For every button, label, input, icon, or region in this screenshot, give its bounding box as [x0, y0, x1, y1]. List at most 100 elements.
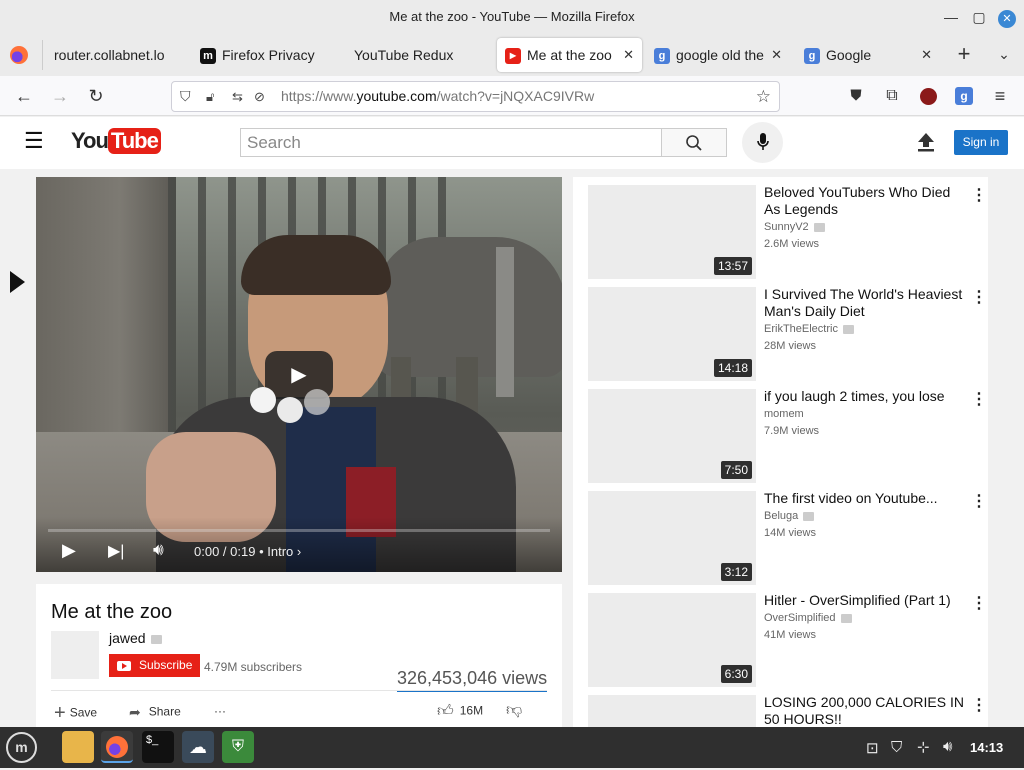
extension-red-icon[interactable]: [920, 88, 937, 105]
video-thumbnail[interactable]: 7:50: [588, 389, 756, 483]
more-options-icon[interactable]: ⋮: [971, 185, 987, 205]
dislike-button[interactable]: 👎︎: [506, 701, 522, 720]
vpn-shield-icon[interactable]: ⛨: [222, 731, 254, 763]
close-tab-icon[interactable]: ✕: [623, 38, 634, 72]
search-input[interactable]: Search: [240, 128, 662, 157]
bookmark-star-icon[interactable]: ☆: [756, 82, 771, 111]
channel-name[interactable]: jawed: [109, 630, 162, 646]
youtube-logo[interactable]: You Tube: [71, 127, 161, 157]
video-thumbnail[interactable]: 6:30: [588, 593, 756, 687]
channel-name[interactable]: ErikTheElectric: [764, 323, 854, 335]
tab-me-at-the-zoo[interactable]: ▶ Me at the zoo ✕: [497, 38, 642, 72]
view-count: 14M views: [764, 527, 816, 539]
video-thumbnail[interactable]: 3:12: [588, 491, 756, 585]
menu-hamburger-icon[interactable]: ≡: [986, 82, 1014, 110]
url-bar[interactable]: ⛉ 🔓︎ ⇆ ⊘ https://www.youtube.com/watch?v…: [171, 81, 780, 112]
close-tab-icon[interactable]: ✕: [771, 38, 782, 72]
terminal-icon[interactable]: $_: [142, 731, 174, 763]
duration-badge: 6:30: [720, 665, 752, 683]
firefox-view-icon[interactable]: [10, 46, 28, 64]
pocket-icon[interactable]: ⛊: [842, 82, 870, 110]
window-titlebar: Me at the zoo - YouTube — Mozilla Firefo…: [0, 0, 1024, 34]
loading-dot: [277, 397, 303, 423]
url-text[interactable]: https://www.youtube.com/watch?v=jNQXAC9I…: [281, 82, 594, 111]
video-title[interactable]: Beloved YouTubers Who Died As Legends: [764, 184, 968, 218]
upload-button[interactable]: [916, 131, 936, 153]
extensions-icon[interactable]: ⧉: [878, 82, 906, 110]
view-count: 326,453,046 views: [397, 668, 548, 692]
video-title[interactable]: The first video on Youtube...: [764, 490, 968, 507]
channel-name[interactable]: Beluga: [764, 510, 815, 522]
video-title[interactable]: I Survived The World's Heaviest Man's Da…: [764, 286, 968, 320]
shield-tray-icon[interactable]: ⛉: [891, 739, 902, 756]
video-title[interactable]: LOSING 200,000 CALORIES IN 50 HOURS!!: [764, 694, 968, 727]
play-button[interactable]: ▶: [62, 540, 76, 561]
tab-router[interactable]: router.collabnet.lo: [50, 38, 194, 72]
next-button[interactable]: ▶|: [108, 541, 124, 561]
permissions-icon[interactable]: ⇆: [232, 82, 243, 111]
search-button[interactable]: [661, 128, 727, 157]
sign-in-label: Sign in: [962, 135, 1000, 149]
forward-button[interactable]: →: [46, 82, 74, 110]
video-title[interactable]: if you laugh 2 times, you lose: [764, 388, 968, 405]
upload-icon: [918, 133, 934, 152]
save-button[interactable]: + Save: [54, 702, 97, 725]
video-thumbnail[interactable]: [588, 695, 756, 727]
more-options-icon[interactable]: ⋮: [971, 491, 987, 511]
like-button[interactable]: 👍︎ 16M: [437, 702, 483, 721]
list-tabs-chevron-down-icon[interactable]: ⌄: [992, 40, 1016, 68]
close-tab-icon[interactable]: ✕: [921, 38, 932, 72]
channel-name[interactable]: momem: [764, 408, 804, 420]
reload-button[interactable]: ↻: [82, 82, 110, 110]
url-prefix: https://www.: [281, 88, 357, 104]
share-icon: ➦: [129, 704, 141, 720]
update-manager-icon[interactable]: ⊡: [866, 739, 879, 757]
channel-name[interactable]: SunnyV2: [764, 221, 825, 233]
cloud-sync-icon[interactable]: ☁: [182, 731, 214, 763]
volume-tray-icon[interactable]: 🔊︎: [943, 738, 952, 755]
network-icon[interactable]: ⊹: [917, 738, 930, 756]
view-count: 28M views: [764, 340, 816, 352]
maximize-button[interactable]: ▢: [965, 0, 993, 34]
more-options-icon[interactable]: ⋮: [971, 389, 987, 409]
guide-menu-icon[interactable]: ☰: [24, 130, 46, 152]
clock[interactable]: 14:13: [970, 740, 1003, 755]
duration-badge: 14:18: [713, 359, 752, 377]
m-icon: m: [200, 48, 216, 65]
mint-menu-icon[interactable]: m: [6, 732, 37, 763]
firefox-taskbar-icon[interactable]: [101, 731, 133, 763]
tab-google[interactable]: g Google ✕: [800, 38, 940, 72]
extension-google-icon[interactable]: g: [955, 87, 973, 105]
video-thumbnail[interactable]: 14:18: [588, 287, 756, 381]
new-tab-button[interactable]: +: [952, 40, 976, 68]
chapter-label[interactable]: Intro: [267, 544, 293, 559]
back-button[interactable]: ←: [10, 82, 38, 110]
video-title[interactable]: Hitler - OverSimplified (Part 1): [764, 592, 968, 609]
channel-avatar[interactable]: [51, 631, 99, 679]
more-options-icon[interactable]: ⋮: [971, 695, 987, 715]
sign-in-button[interactable]: Sign in: [954, 130, 1008, 155]
tab-youtube-redux[interactable]: YouTube Redux: [350, 38, 490, 72]
autoplay-blocked-icon[interactable]: ⊘: [254, 82, 265, 111]
tab-label: Me at the zoo: [527, 47, 612, 63]
mouse-cursor-icon: [10, 271, 25, 293]
shield-icon[interactable]: ⛉: [180, 82, 191, 111]
tab-label: router.collabnet.lo: [54, 47, 165, 63]
share-button[interactable]: ➦ Share: [129, 704, 181, 721]
tab-google-old[interactable]: g google old the ✕: [650, 38, 790, 72]
video-thumbnail[interactable]: 13:57: [588, 185, 756, 279]
minimize-button[interactable]: —: [937, 0, 965, 34]
tab-firefox-privacy[interactable]: m Firefox Privacy: [200, 38, 340, 72]
file-manager-icon[interactable]: [62, 731, 94, 763]
close-window-button[interactable]: ✕: [993, 0, 1021, 34]
channel-name[interactable]: OverSimplified: [764, 612, 852, 624]
more-options-icon[interactable]: ⋮: [971, 593, 987, 613]
more-options-icon[interactable]: ⋮: [971, 287, 987, 307]
volume-button[interactable]: 🔊︎: [153, 540, 164, 560]
video-player[interactable]: ▶ ▶ ▶| 🔊︎ 0:00 / 0:19 • Intro ›: [36, 177, 562, 572]
lock-icon[interactable]: 🔓︎: [206, 82, 214, 111]
chapter-separator: •: [259, 544, 264, 559]
more-actions-button[interactable]: ···: [214, 704, 226, 718]
subscribe-button[interactable]: Subscribe: [109, 654, 200, 677]
voice-search-button[interactable]: [742, 122, 783, 163]
